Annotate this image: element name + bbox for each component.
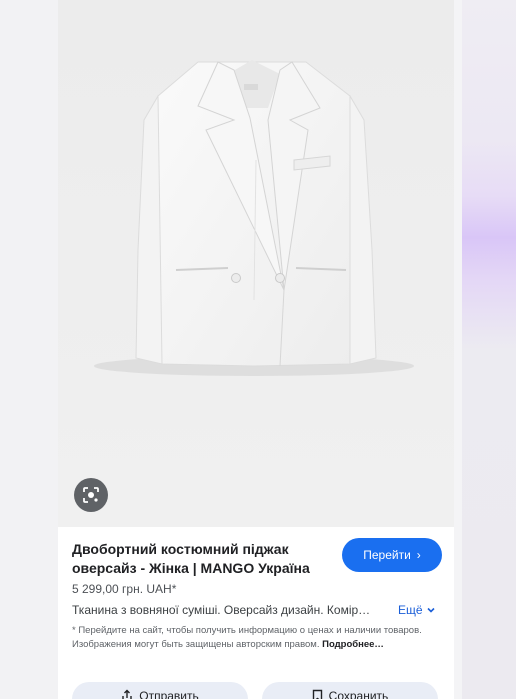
google-lens-icon[interactable] — [74, 478, 108, 512]
chevron-down-icon — [426, 607, 435, 613]
visit-button[interactable]: Перейти › — [342, 538, 442, 572]
more-button[interactable]: Ещё — [398, 603, 436, 617]
bookmark-icon — [312, 689, 322, 699]
save-button[interactable]: Сохранить — [262, 682, 438, 699]
more-label: Ещё — [398, 603, 423, 617]
product-price: 5 299,00 грн. UAH* — [72, 582, 177, 596]
side-strip — [454, 0, 516, 699]
product-description: Тканина з вовняної суміші. Оверсайз диза… — [72, 603, 371, 617]
product-title[interactable]: Двобортний костюмний піджак оверсайз - Ж… — [72, 540, 334, 578]
send-button[interactable]: Отправить — [72, 682, 248, 699]
visit-button-label: Перейти — [363, 548, 411, 562]
image-result-page: Двобортний костюмний піджак оверсайз - Ж… — [0, 0, 516, 699]
product-image[interactable] — [58, 0, 454, 527]
copyright-note: * Перейдите на сайт, чтобы получить инфо… — [72, 624, 442, 652]
gutter — [454, 0, 462, 699]
blazer-illustration — [58, 0, 454, 527]
send-button-label: Отправить — [139, 689, 199, 699]
more-info-link[interactable]: Подробнее… — [322, 639, 384, 650]
share-icon — [122, 689, 132, 699]
save-button-label: Сохранить — [328, 689, 389, 699]
chevron-right-icon: › — [416, 548, 421, 562]
